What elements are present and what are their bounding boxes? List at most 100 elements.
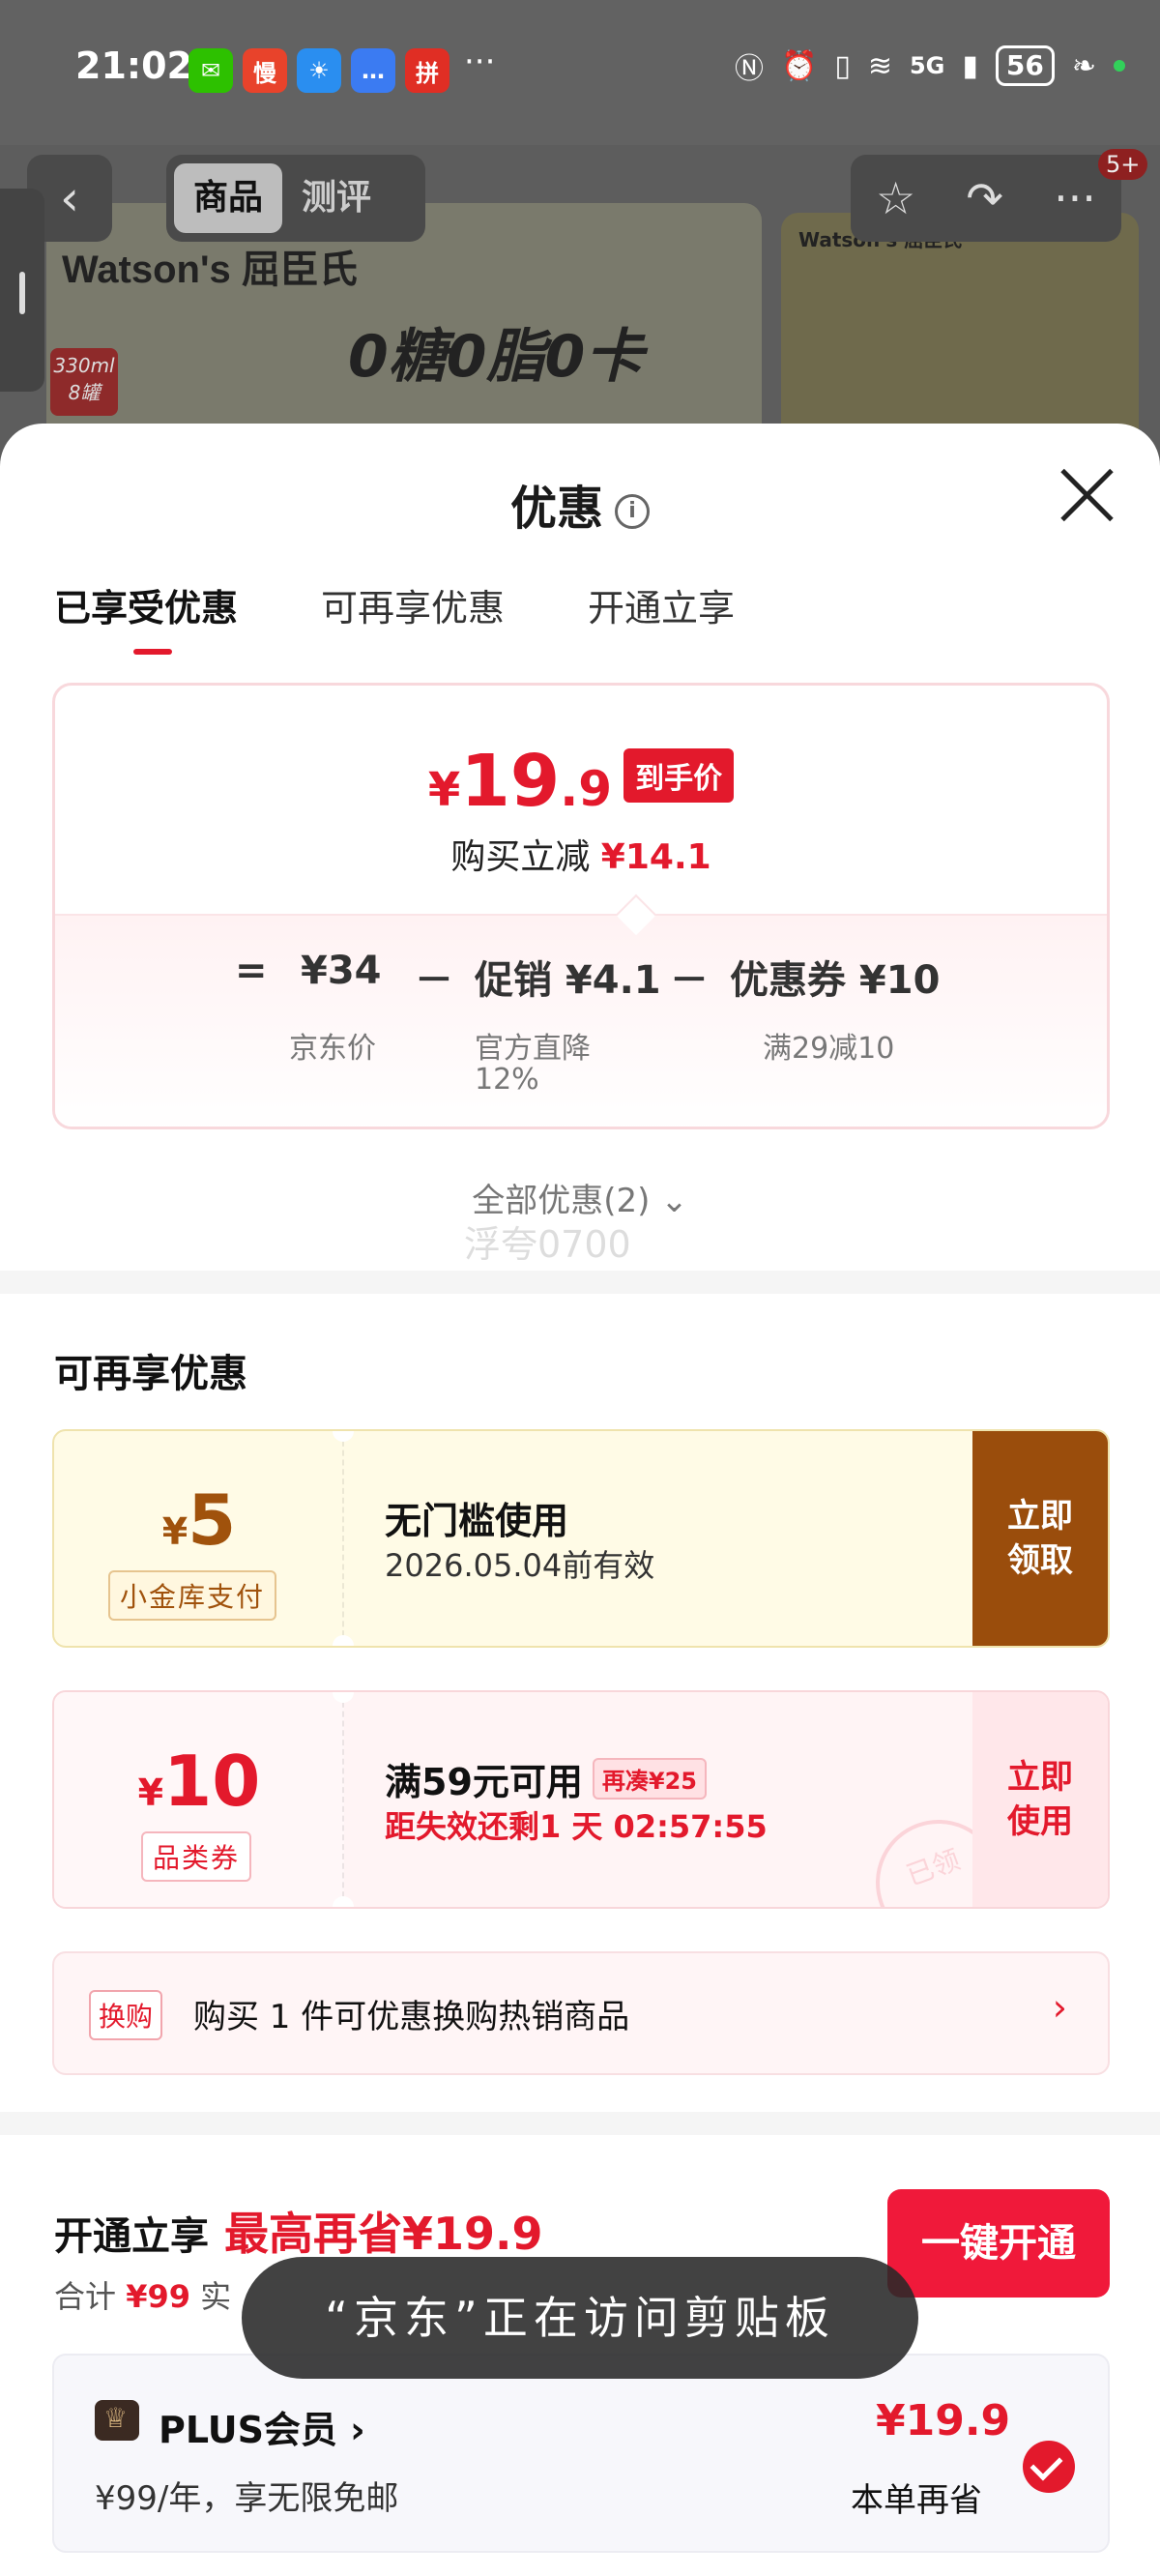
- more-notifications-icon: ···: [464, 43, 496, 81]
- tab-enjoyed[interactable]: 已享受优惠: [54, 578, 238, 655]
- coupon-condition-text: 满59元可用: [385, 1761, 583, 1803]
- reduction-value: ¥14.1: [600, 837, 711, 877]
- selected-check-icon[interactable]: [1023, 2441, 1075, 2493]
- use-coupon-button[interactable]: 立即 使用: [972, 1692, 1108, 1907]
- coupon-type-tag: 品类券: [141, 1831, 252, 1882]
- exchange-description: 购买 1 件可优惠换购热销商品: [193, 1998, 630, 2036]
- promo-percent: 12%: [475, 1063, 539, 1097]
- coupon-perforation: [342, 1692, 344, 1907]
- notification-icons: ✉ 慢 ☀ … 拼: [188, 48, 450, 93]
- coupon-countdown: 距失效还剩1 天 02:57:55: [385, 1808, 768, 1845]
- clipboard-toast: “京东”正在访问剪贴板: [242, 2257, 918, 2379]
- plus-membership-name[interactable]: PLUS会员 ›: [159, 2400, 365, 2453]
- man-app-icon: 慢: [243, 48, 287, 93]
- watermark: 浮夸0700: [464, 1223, 631, 1266]
- close-button[interactable]: [1056, 464, 1117, 526]
- crown-icon: [95, 2400, 139, 2441]
- battery-icon: 56: [995, 45, 1055, 86]
- brand-logo: Watson's 屈臣氏: [62, 249, 358, 291]
- final-price: ¥19.9 到手价: [55, 740, 1107, 823]
- coupon-currency: ¥: [161, 1510, 188, 1553]
- coupon-condition: 满59元可用 再凑¥25: [385, 1752, 707, 1805]
- share-icon[interactable]: ↷: [966, 172, 1003, 224]
- final-price-card: ¥19.9 到手价 购买立减 ¥14.1 = ¥34 － 促销 ¥4.1 － 优惠…: [52, 683, 1110, 1129]
- discount-sheet: 优惠 i 已享受优惠 可再享优惠 开通立享 ¥19.9 到手价 购买立减 ¥14.1…: [0, 424, 1160, 2576]
- coupon-amount-value: 5: [188, 1479, 237, 1561]
- nfc-icon: Ⓝ: [734, 52, 764, 86]
- coupon-note: 满29减10: [763, 1032, 895, 1066]
- promo-note: 官方直降: [475, 1032, 591, 1066]
- tab-open-membership[interactable]: 开通立享: [588, 578, 735, 631]
- chevron-right-icon: ›: [1052, 1986, 1067, 2029]
- coupon-amount: ¥10: [54, 1741, 344, 1822]
- section-divider: [0, 1271, 1160, 1294]
- base-price: ¥34: [301, 949, 382, 993]
- message-count-badge: 5+: [1098, 149, 1148, 180]
- equals-sign: =: [235, 949, 268, 993]
- sheet-title-text: 优惠: [509, 482, 603, 536]
- clock: 21:02: [75, 44, 192, 87]
- coupon-value: ¥10 品类券: [54, 1692, 344, 1907]
- minus-sign: －: [415, 958, 453, 1003]
- pinduoduo-icon: 拼: [405, 48, 450, 93]
- membership-header: 开通立享 最高再省¥19.9: [54, 2199, 543, 2263]
- product-actions: ☆ ↷ ···: [851, 155, 1121, 242]
- section-divider: [0, 2112, 1160, 2135]
- instant-reduction: 购买立减 ¥14.1: [55, 829, 1107, 879]
- favorite-star-icon[interactable]: ☆: [876, 172, 915, 224]
- back-arrow-icon: ‹: [60, 170, 79, 226]
- tab-product[interactable]: 商品: [174, 163, 283, 233]
- message-icon: …: [351, 48, 395, 93]
- one-click-open-button[interactable]: 一键开通: [887, 2189, 1110, 2298]
- currency-symbol: ¥: [427, 763, 461, 817]
- coupon-type-tag: 小金库支付: [108, 1570, 277, 1621]
- info-icon[interactable]: i: [615, 494, 650, 529]
- vibrate-icon: ▯: [834, 48, 851, 83]
- side-drawer-handle[interactable]: [0, 189, 44, 392]
- size-tag: 330ml 8罐: [50, 348, 118, 416]
- plus-membership-card[interactable]: PLUS会员 › ¥99/年，享无限免邮 ¥19.9 本单再省: [52, 2354, 1110, 2553]
- plus-savings-amount: ¥19.9: [876, 2396, 1011, 2445]
- use-button-label: 立即 使用: [1007, 1758, 1073, 1841]
- network-type: 5G: [909, 52, 945, 79]
- membership-total: 合计 ¥99 实: [54, 2272, 231, 2317]
- total-value: ¥99: [126, 2278, 190, 2315]
- more-menu-icon[interactable]: ···: [1054, 172, 1096, 224]
- price-integer: 19: [460, 740, 561, 823]
- exchange-tag: 换购: [89, 1990, 163, 2040]
- max-savings: 最高再省¥19.9: [224, 2208, 543, 2260]
- product-page-background: Watson's 屈臣氏 0糖0脂0卡 330ml 8罐 Watson's 屈臣…: [0, 145, 1160, 464]
- coupon-value: ¥5 小金库支付: [54, 1431, 344, 1646]
- tab-more-available[interactable]: 可再享优惠: [321, 578, 505, 631]
- wifi-icon: ≋: [867, 48, 892, 83]
- coupon-condition: 无门槛使用: [385, 1500, 569, 1542]
- weather-icon: ☀: [297, 48, 341, 93]
- reduction-label: 购买立减: [450, 837, 591, 877]
- total-suffix: 实: [200, 2278, 232, 2315]
- coupon-discount: 优惠券 ¥10: [730, 958, 941, 1003]
- plus-membership-description: ¥99/年，享无限免邮: [95, 2479, 399, 2518]
- plus-savings-label: 本单再省: [851, 2481, 982, 2520]
- add-more-badge: 再凑¥25: [592, 1758, 707, 1800]
- price-decimal: .9: [560, 761, 613, 817]
- coupon-card: ¥10 品类券 满59元可用 再凑¥25 距失效还剩1 天 02:57:55 已领…: [52, 1690, 1110, 1909]
- minus-sign: －: [670, 958, 709, 1003]
- status-bar: 21:02 ✉ 慢 ☀ … 拼 ··· Ⓝ ⏰ ▯ ≋ 5G ▮ 56 ❧: [0, 0, 1160, 145]
- exchange-purchase-row[interactable]: 换购 购买 1 件可优惠换购热销商品 ›: [52, 1951, 1110, 2075]
- more-discounts-title: 可再享优惠: [54, 1352, 247, 1396]
- sheet-title: 优惠 i: [0, 470, 1160, 538]
- coupon-amount: ¥5: [54, 1479, 344, 1561]
- coupon-validity: 2026.05.04前有效: [385, 1547, 655, 1584]
- privacy-dot-icon: [1114, 60, 1125, 72]
- coupon-currency: ¥: [137, 1771, 164, 1814]
- wechat-icon: ✉: [188, 48, 233, 93]
- promo-discount: 促销 ¥4.1: [475, 958, 661, 1003]
- price-breakdown: = ¥34 － 促销 ¥4.1 － 优惠券 ¥10 京东价 官方直降 12% 满…: [55, 893, 1107, 1127]
- tab-review[interactable]: 测评: [282, 163, 391, 233]
- membership-title: 开通立享: [54, 2214, 209, 2259]
- breakdown-pointer: [615, 893, 657, 936]
- signal-icon: ▮: [962, 48, 978, 83]
- coupon-perforation: [342, 1431, 344, 1646]
- base-price-note: 京东价: [289, 1032, 376, 1066]
- claim-coupon-button[interactable]: 立即 领取: [972, 1431, 1108, 1646]
